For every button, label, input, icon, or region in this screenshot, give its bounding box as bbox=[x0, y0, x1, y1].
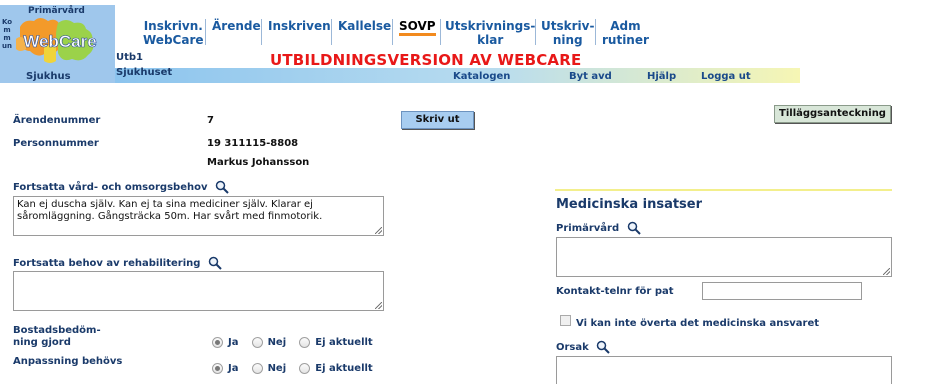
nav-inskriven[interactable]: Inskriven bbox=[268, 19, 331, 33]
adapt-radio-ej-aktuellt[interactable] bbox=[299, 363, 311, 374]
arende-label: Ärendenummer bbox=[13, 115, 101, 126]
adapt-label: Anpassning behövs bbox=[13, 356, 123, 367]
nav-divider bbox=[331, 19, 332, 45]
cannot-take-label: Vi kan inte överta det medicinska ansvar… bbox=[576, 318, 820, 329]
logo-text: WebCare bbox=[23, 32, 96, 51]
nav-label-line1: Kallelse bbox=[338, 19, 392, 33]
adapt-radio-ja[interactable] bbox=[212, 363, 223, 374]
primary-care-textarea[interactable] bbox=[556, 237, 892, 277]
addendum-button[interactable]: Tilläggsanteckning bbox=[774, 105, 891, 123]
arende-value: 7 bbox=[207, 115, 214, 126]
link-hjalp[interactable]: Hjälp bbox=[647, 71, 676, 82]
nav-sovp[interactable]: SOVP bbox=[399, 19, 436, 36]
radio-label-ej-aktuellt: Ej aktuellt bbox=[315, 337, 373, 348]
nav-divider bbox=[535, 19, 536, 45]
magnifier-icon[interactable] bbox=[596, 340, 610, 354]
resize-grip-icon[interactable] bbox=[375, 302, 382, 309]
nav-arende[interactable]: Ärende bbox=[212, 19, 261, 33]
reason-label-text: Orsak bbox=[556, 342, 589, 353]
nav-utskrivningsklar[interactable]: Utskrivnings- klar bbox=[445, 19, 535, 47]
primary-care-label-text: Primärvård bbox=[556, 223, 620, 234]
radio-label-nej: Nej bbox=[267, 363, 287, 374]
nav-label-line1: Utskrivnings- bbox=[445, 19, 536, 33]
hospital-label: Sjukhuset bbox=[116, 67, 173, 78]
radio-label-ej-aktuellt: Ej aktuellt bbox=[315, 363, 373, 374]
radio-label-nej: Nej bbox=[267, 337, 287, 348]
nav-label-line1: Inskriven bbox=[268, 19, 331, 33]
nav-label-line1: Utskriv- bbox=[541, 19, 595, 33]
nav-adm-rutiner[interactable]: Adm rutiner bbox=[602, 19, 649, 47]
nav-label-line1: Inskrivn. bbox=[143, 19, 203, 33]
housing-radio-group: Ja Nej Ej aktuellt bbox=[212, 332, 373, 351]
housing-radio-ja[interactable] bbox=[212, 337, 223, 348]
section-divider bbox=[555, 189, 892, 191]
nav-divider bbox=[261, 19, 262, 45]
brand-side-label: Kommun bbox=[1, 18, 13, 50]
radio-label-ja: Ja bbox=[228, 363, 239, 374]
care-needs-label-text: Fortsatta vård- och omsorgsbehov bbox=[13, 182, 208, 193]
nav-divider bbox=[440, 19, 441, 45]
nav-label-line1: Adm bbox=[610, 19, 641, 33]
magnifier-icon[interactable] bbox=[208, 256, 222, 270]
reason-label: Orsak bbox=[556, 340, 610, 354]
medical-heading: Medicinska insatser bbox=[556, 197, 703, 212]
reason-textarea[interactable] bbox=[556, 356, 892, 384]
adapt-radio-nej[interactable] bbox=[251, 363, 263, 374]
contact-phone-label: Kontakt-telnr för pat bbox=[556, 286, 674, 297]
person-label: Personnummer bbox=[13, 138, 99, 149]
cannot-take-checkbox[interactable] bbox=[560, 315, 571, 326]
care-needs-label: Fortsatta vård- och omsorgsbehov bbox=[13, 180, 229, 194]
brand-top-label: Primärvård bbox=[28, 6, 85, 16]
print-button[interactable]: Skriv ut bbox=[401, 111, 474, 129]
magnifier-icon[interactable] bbox=[627, 221, 641, 235]
nav-inskrivn-webcare[interactable]: Inskrivn. WebCare bbox=[143, 19, 204, 47]
care-needs-text: Kan ej duscha själv. Kan ej ta sina medi… bbox=[17, 199, 323, 222]
nav-divider bbox=[595, 19, 596, 45]
magnifier-icon[interactable] bbox=[215, 180, 229, 194]
link-logga-ut[interactable]: Logga ut bbox=[701, 71, 751, 82]
resize-grip-icon[interactable] bbox=[375, 227, 382, 234]
contact-phone-input[interactable] bbox=[702, 282, 862, 300]
unit-label: Utb1 bbox=[116, 52, 144, 63]
rehab-label-text: Fortsatta behov av rehabilitering bbox=[13, 258, 201, 269]
rehab-label: Fortsatta behov av rehabilitering bbox=[13, 256, 222, 270]
resize-grip-icon[interactable] bbox=[883, 268, 890, 275]
nav-utskrivning[interactable]: Utskriv- ning bbox=[541, 19, 594, 47]
nav-label-line2: klar bbox=[477, 33, 504, 47]
patient-name: Markus Johansson bbox=[207, 157, 310, 168]
link-katalogen[interactable]: Katalogen bbox=[453, 71, 510, 82]
care-needs-textarea[interactable]: Kan ej duscha själv. Kan ej ta sina medi… bbox=[13, 196, 384, 236]
nav-label-line2: WebCare bbox=[143, 33, 204, 47]
nav-label-line2: rutiner bbox=[602, 33, 649, 47]
primary-care-label: Primärvård bbox=[556, 221, 641, 235]
adapt-radio-group: Ja Nej Ej aktuellt bbox=[212, 358, 373, 377]
nav-divider bbox=[205, 19, 206, 45]
education-banner: UTBILDNINGSVERSION AV WEBCARE bbox=[270, 51, 582, 69]
radio-label-ja: Ja bbox=[228, 337, 239, 348]
nav-divider bbox=[392, 19, 393, 45]
housing-radio-nej[interactable] bbox=[251, 337, 263, 348]
housing-label: Bostadsbedöm-ning gjord bbox=[13, 325, 101, 348]
link-byt-avd[interactable]: Byt avd bbox=[569, 71, 612, 82]
housing-radio-ej-aktuellt[interactable] bbox=[299, 337, 311, 348]
hospital-left-label: Sjukhus bbox=[26, 71, 71, 82]
webcare-logo[interactable]: WebCare bbox=[14, 17, 106, 67]
nav-label-line1: SOVP bbox=[399, 19, 436, 36]
nav-label-line1: Ärende bbox=[212, 19, 261, 33]
person-value: 19 311115-8808 bbox=[207, 138, 299, 149]
nav-label-line2: ning bbox=[552, 33, 583, 47]
nav-kallelse[interactable]: Kallelse bbox=[338, 19, 391, 33]
rehab-textarea[interactable] bbox=[13, 271, 384, 311]
